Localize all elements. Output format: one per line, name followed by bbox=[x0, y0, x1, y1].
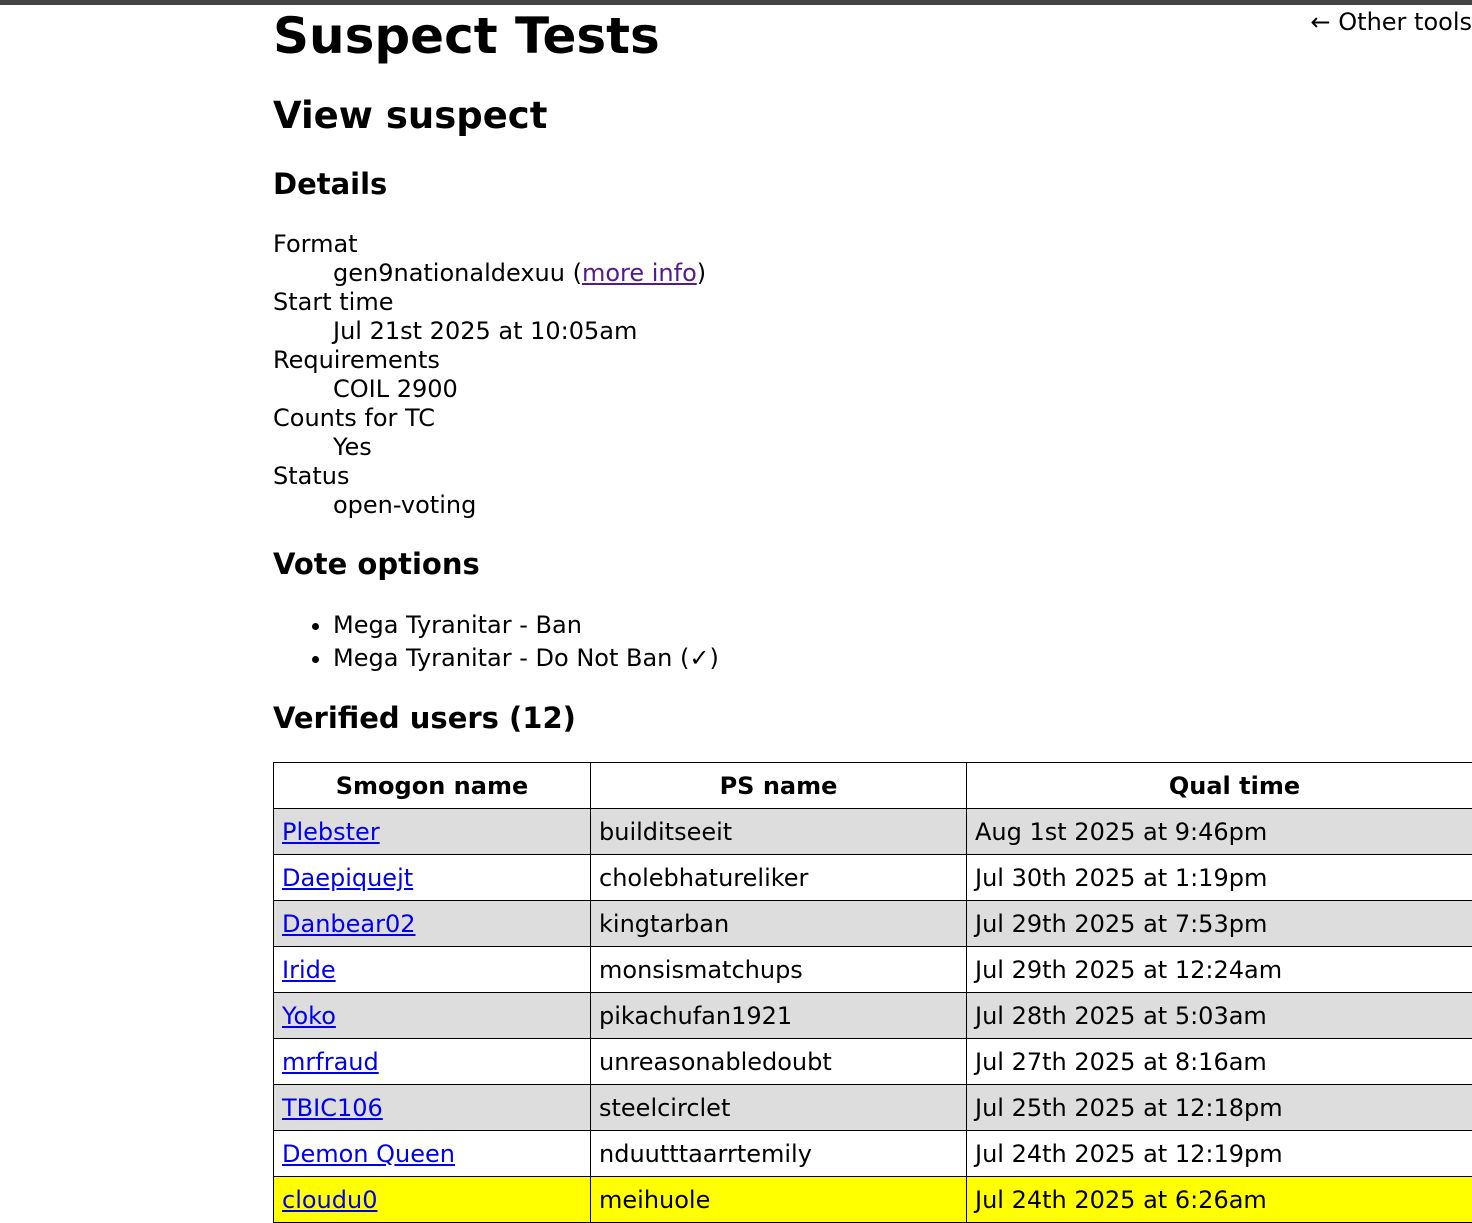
ps-name-cell: pikachufan1921 bbox=[590, 992, 967, 1039]
qual-time-cell: Jul 29th 2025 at 12:24am bbox=[966, 946, 1472, 993]
page-subtitle: View suspect bbox=[273, 94, 548, 137]
requirements-value: COIL 2900 bbox=[333, 375, 458, 403]
table-row: Plebster builditseeit Aug 1st 2025 at 9:… bbox=[273, 808, 1472, 855]
smogon-profile-link[interactable]: TBIC106 bbox=[282, 1094, 383, 1122]
table-row: Iride monsismatchups Jul 29th 2025 at 12… bbox=[273, 946, 1472, 993]
details-heading: Details bbox=[273, 167, 388, 201]
smogon-profile-link[interactable]: cloudu0 bbox=[282, 1186, 377, 1214]
ps-name-cell: cholebhatureliker bbox=[590, 854, 967, 901]
ps-name-cell: nduutttaarrtemily bbox=[590, 1130, 967, 1177]
smogon-name-cell: Plebster bbox=[273, 808, 591, 855]
counts-for-tc-label: Counts for TC bbox=[273, 404, 436, 432]
smogon-name-cell: Demon Queen bbox=[273, 1130, 591, 1177]
ps-name-cell: monsismatchups bbox=[590, 946, 967, 993]
vote-option: Mega Tyranitar - Do Not Ban (✓) bbox=[333, 642, 719, 675]
page-title: Suspect Tests bbox=[273, 7, 660, 65]
status-value: open-voting bbox=[333, 491, 477, 519]
qual-time-cell: Jul 27th 2025 at 8:16am bbox=[966, 1038, 1472, 1085]
table-row: TBIC106 steelcirclet Jul 25th 2025 at 12… bbox=[273, 1084, 1472, 1131]
table-row: Demon Queen nduutttaarrtemily Jul 24th 2… bbox=[273, 1130, 1472, 1177]
smogon-profile-link[interactable]: Iride bbox=[282, 956, 336, 984]
top-border bbox=[0, 0, 1472, 5]
format-value: gen9nationaldexuu bbox=[333, 259, 565, 287]
qual-time-cell: Aug 1st 2025 at 9:46pm bbox=[966, 808, 1472, 855]
counts-for-tc-value: Yes bbox=[333, 433, 372, 461]
ps-name-cell: steelcirclet bbox=[590, 1084, 967, 1131]
table-row: mrfraud unreasonabledoubt Jul 27th 2025 … bbox=[273, 1038, 1472, 1085]
start-time-label: Start time bbox=[273, 288, 394, 316]
details-list: Format gen9nationaldexuu (more info) Sta… bbox=[273, 230, 706, 520]
more-info-link[interactable]: more info bbox=[582, 259, 697, 287]
status-label: Status bbox=[273, 462, 350, 490]
smogon-name-cell: TBIC106 bbox=[273, 1084, 591, 1131]
vote-options-list: Mega Tyranitar - Ban Mega Tyranitar - Do… bbox=[273, 609, 719, 675]
qual-time-cell: Jul 25th 2025 at 12:18pm bbox=[966, 1084, 1472, 1131]
format-label: Format bbox=[273, 230, 358, 258]
smogon-name-cell: Danbear02 bbox=[273, 900, 591, 947]
column-header-smogon-name: Smogon name bbox=[273, 762, 591, 809]
smogon-profile-link[interactable]: mrfraud bbox=[282, 1048, 379, 1076]
format-value-row: gen9nationaldexuu (more info) bbox=[333, 259, 707, 287]
table-row: Daepiquejt cholebhatureliker Jul 30th 20… bbox=[273, 854, 1472, 901]
column-header-qual-time: Qual time bbox=[966, 762, 1472, 809]
smogon-profile-link[interactable]: Daepiquejt bbox=[282, 864, 413, 892]
smogon-name-cell: mrfraud bbox=[273, 1038, 591, 1085]
table-header-row: Smogon name PS name Qual time bbox=[273, 762, 1472, 809]
qual-time-cell: Jul 24th 2025 at 6:26am bbox=[966, 1176, 1472, 1223]
smogon-name-cell: Daepiquejt bbox=[273, 854, 591, 901]
table-row-highlighted: cloudu0 meihuole Jul 24th 2025 at 6:26am bbox=[273, 1176, 1472, 1223]
verified-users-table: Smogon name PS name Qual time Plebster b… bbox=[273, 762, 1472, 1223]
qual-time-cell: Jul 29th 2025 at 7:53pm bbox=[966, 900, 1472, 947]
column-header-ps-name: PS name bbox=[590, 762, 967, 809]
qual-time-cell: Jul 24th 2025 at 12:19pm bbox=[966, 1130, 1472, 1177]
ps-name-cell: meihuole bbox=[590, 1176, 967, 1223]
table-row: Danbear02 kingtarban Jul 29th 2025 at 7:… bbox=[273, 900, 1472, 947]
qual-time-cell: Jul 28th 2025 at 5:03am bbox=[966, 992, 1472, 1039]
table-row: Yoko pikachufan1921 Jul 28th 2025 at 5:0… bbox=[273, 992, 1472, 1039]
smogon-name-cell: cloudu0 bbox=[273, 1176, 591, 1223]
vote-option: Mega Tyranitar - Ban bbox=[333, 609, 719, 642]
smogon-profile-link[interactable]: Plebster bbox=[282, 818, 380, 846]
ps-name-cell: kingtarban bbox=[590, 900, 967, 947]
start-time-value: Jul 21st 2025 at 10:05am bbox=[333, 317, 638, 345]
other-tools-link[interactable]: ← Other tools bbox=[1311, 8, 1472, 36]
ps-name-cell: unreasonabledoubt bbox=[590, 1038, 967, 1085]
requirements-label: Requirements bbox=[273, 346, 440, 374]
smogon-profile-link[interactable]: Yoko bbox=[282, 1002, 336, 1030]
qual-time-cell: Jul 30th 2025 at 1:19pm bbox=[966, 854, 1472, 901]
verified-users-heading: Verified users (12) bbox=[273, 701, 576, 735]
smogon-profile-link[interactable]: Demon Queen bbox=[282, 1140, 455, 1168]
smogon-name-cell: Iride bbox=[273, 946, 591, 993]
ps-name-cell: builditseeit bbox=[590, 808, 967, 855]
smogon-name-cell: Yoko bbox=[273, 992, 591, 1039]
vote-options-heading: Vote options bbox=[273, 547, 480, 581]
smogon-profile-link[interactable]: Danbear02 bbox=[282, 910, 416, 938]
